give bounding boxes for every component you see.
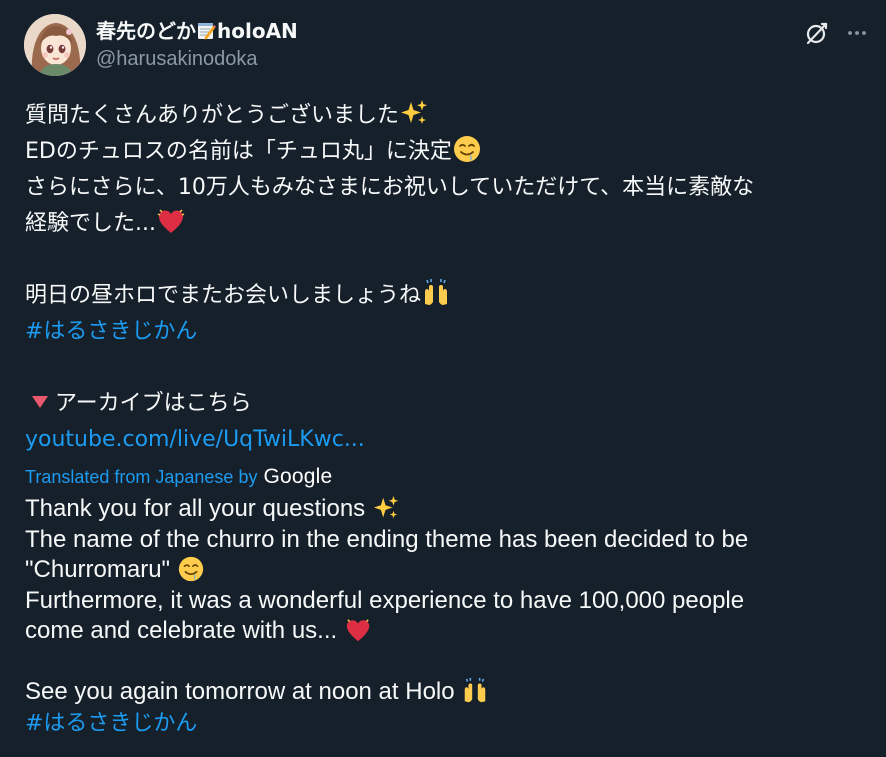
translation-line: Thank you for all your questions [25, 494, 875, 525]
more-icon[interactable] [844, 20, 870, 46]
archive-link[interactable]: youtube.com/live/UqTwiLKwc... [25, 427, 365, 452]
drooling-face-icon [452, 134, 482, 164]
translation-line-text: Thank you for all your questions [25, 495, 366, 522]
tweet-line: EDのチュロスの名前は「チュロ丸」に決定 [25, 134, 875, 170]
raising-hands-icon [421, 278, 451, 308]
grok-icon[interactable] [804, 20, 830, 46]
hashtag-link[interactable]: #はるさきじかん [25, 711, 197, 736]
tweet-line-text: 明日の昼ホロでまたお会いしましょうね [25, 283, 422, 308]
translation-line: #はるさきじかん [25, 708, 875, 739]
drooling-face-icon [177, 555, 205, 583]
tweet-line: さらにさらに、10万人もみなさまにお祝いしていただけて、本当に素敵な [25, 170, 875, 206]
sparkles-icon [372, 494, 400, 522]
display-name-suffix: holoAN [217, 19, 298, 43]
translation-line: See you again tomorrow at noon at Holo [25, 677, 875, 708]
raising-hands-icon [461, 677, 489, 705]
tweet-header: 春先のどか holoAN @harusakinodoka [24, 14, 870, 78]
tweet-line: #はるさきじかん [25, 314, 875, 350]
tweet-line: 明日の昼ホロでまたお会いしましょうね [25, 278, 875, 314]
tweet-card: 春先のどか holoAN @harusakinodoka 質問たくさんありがとう… [0, 0, 886, 757]
translation-attribution: Translated from Japanese by Google [25, 462, 332, 492]
translated-text: Thank you for all your questions The nam… [25, 494, 875, 738]
author-names: 春先のどか holoAN @harusakinodoka [96, 16, 298, 72]
translation-line-text: come and celebrate with us... [25, 617, 338, 644]
translation-line: "Churromaru" [25, 555, 875, 586]
display-name[interactable]: 春先のどか holoAN [96, 16, 298, 46]
translation-line: The name of the churro in the ending the… [25, 525, 875, 556]
red-triangle-down-icon [25, 386, 55, 416]
tweet-line-text: さらにさらに、10万人もみなさまにお祝いしていただけて、本当に素敵な [25, 175, 755, 200]
avatar-image [24, 14, 86, 76]
avatar[interactable] [24, 14, 86, 76]
translation-line-text: "Churromaru" [25, 556, 171, 583]
header-actions [804, 20, 870, 46]
tweet-line-text: 経験でした... [25, 211, 156, 236]
tweet-line: アーカイブはこちら [25, 386, 875, 422]
translation-line: Furthermore, it was a wonderful experien… [25, 586, 875, 617]
translation-line: come and celebrate with us... [25, 616, 875, 647]
translation-line-text: See you again tomorrow at noon at Holo [25, 678, 455, 705]
google-logo: Google [263, 465, 333, 488]
tweet-text: 質問たくさんありがとうございました EDのチュロスの名前は「チュロ丸」に決定 さ… [25, 98, 875, 458]
tweet-line-text: EDのチュロスの名前は「チュロ丸」に決定 [25, 139, 452, 164]
tweet-line: 質問たくさんありがとうございました [25, 98, 875, 134]
author-handle[interactable]: @harusakinodoka [96, 46, 298, 72]
translation-line-text: Furthermore, it was a wonderful experien… [25, 586, 745, 614]
hashtag-link[interactable]: #はるさきじかん [25, 319, 197, 344]
translation-line-text: The name of the churro in the ending the… [25, 525, 749, 553]
beating-heart-icon [344, 616, 372, 644]
translation-label: Translated from Japanese by [25, 466, 258, 487]
tweet-line-text: アーカイブはこちら [55, 391, 252, 416]
beating-heart-icon [156, 206, 186, 236]
display-name-text: 春先のどか [96, 19, 196, 43]
memo-icon [196, 19, 216, 40]
tweet-line-text: 質問たくさんありがとうございました [25, 103, 400, 128]
tweet-line: youtube.com/live/UqTwiLKwc... [25, 422, 875, 458]
tweet-line: 経験でした... [25, 206, 875, 242]
sparkles-icon [399, 98, 429, 128]
